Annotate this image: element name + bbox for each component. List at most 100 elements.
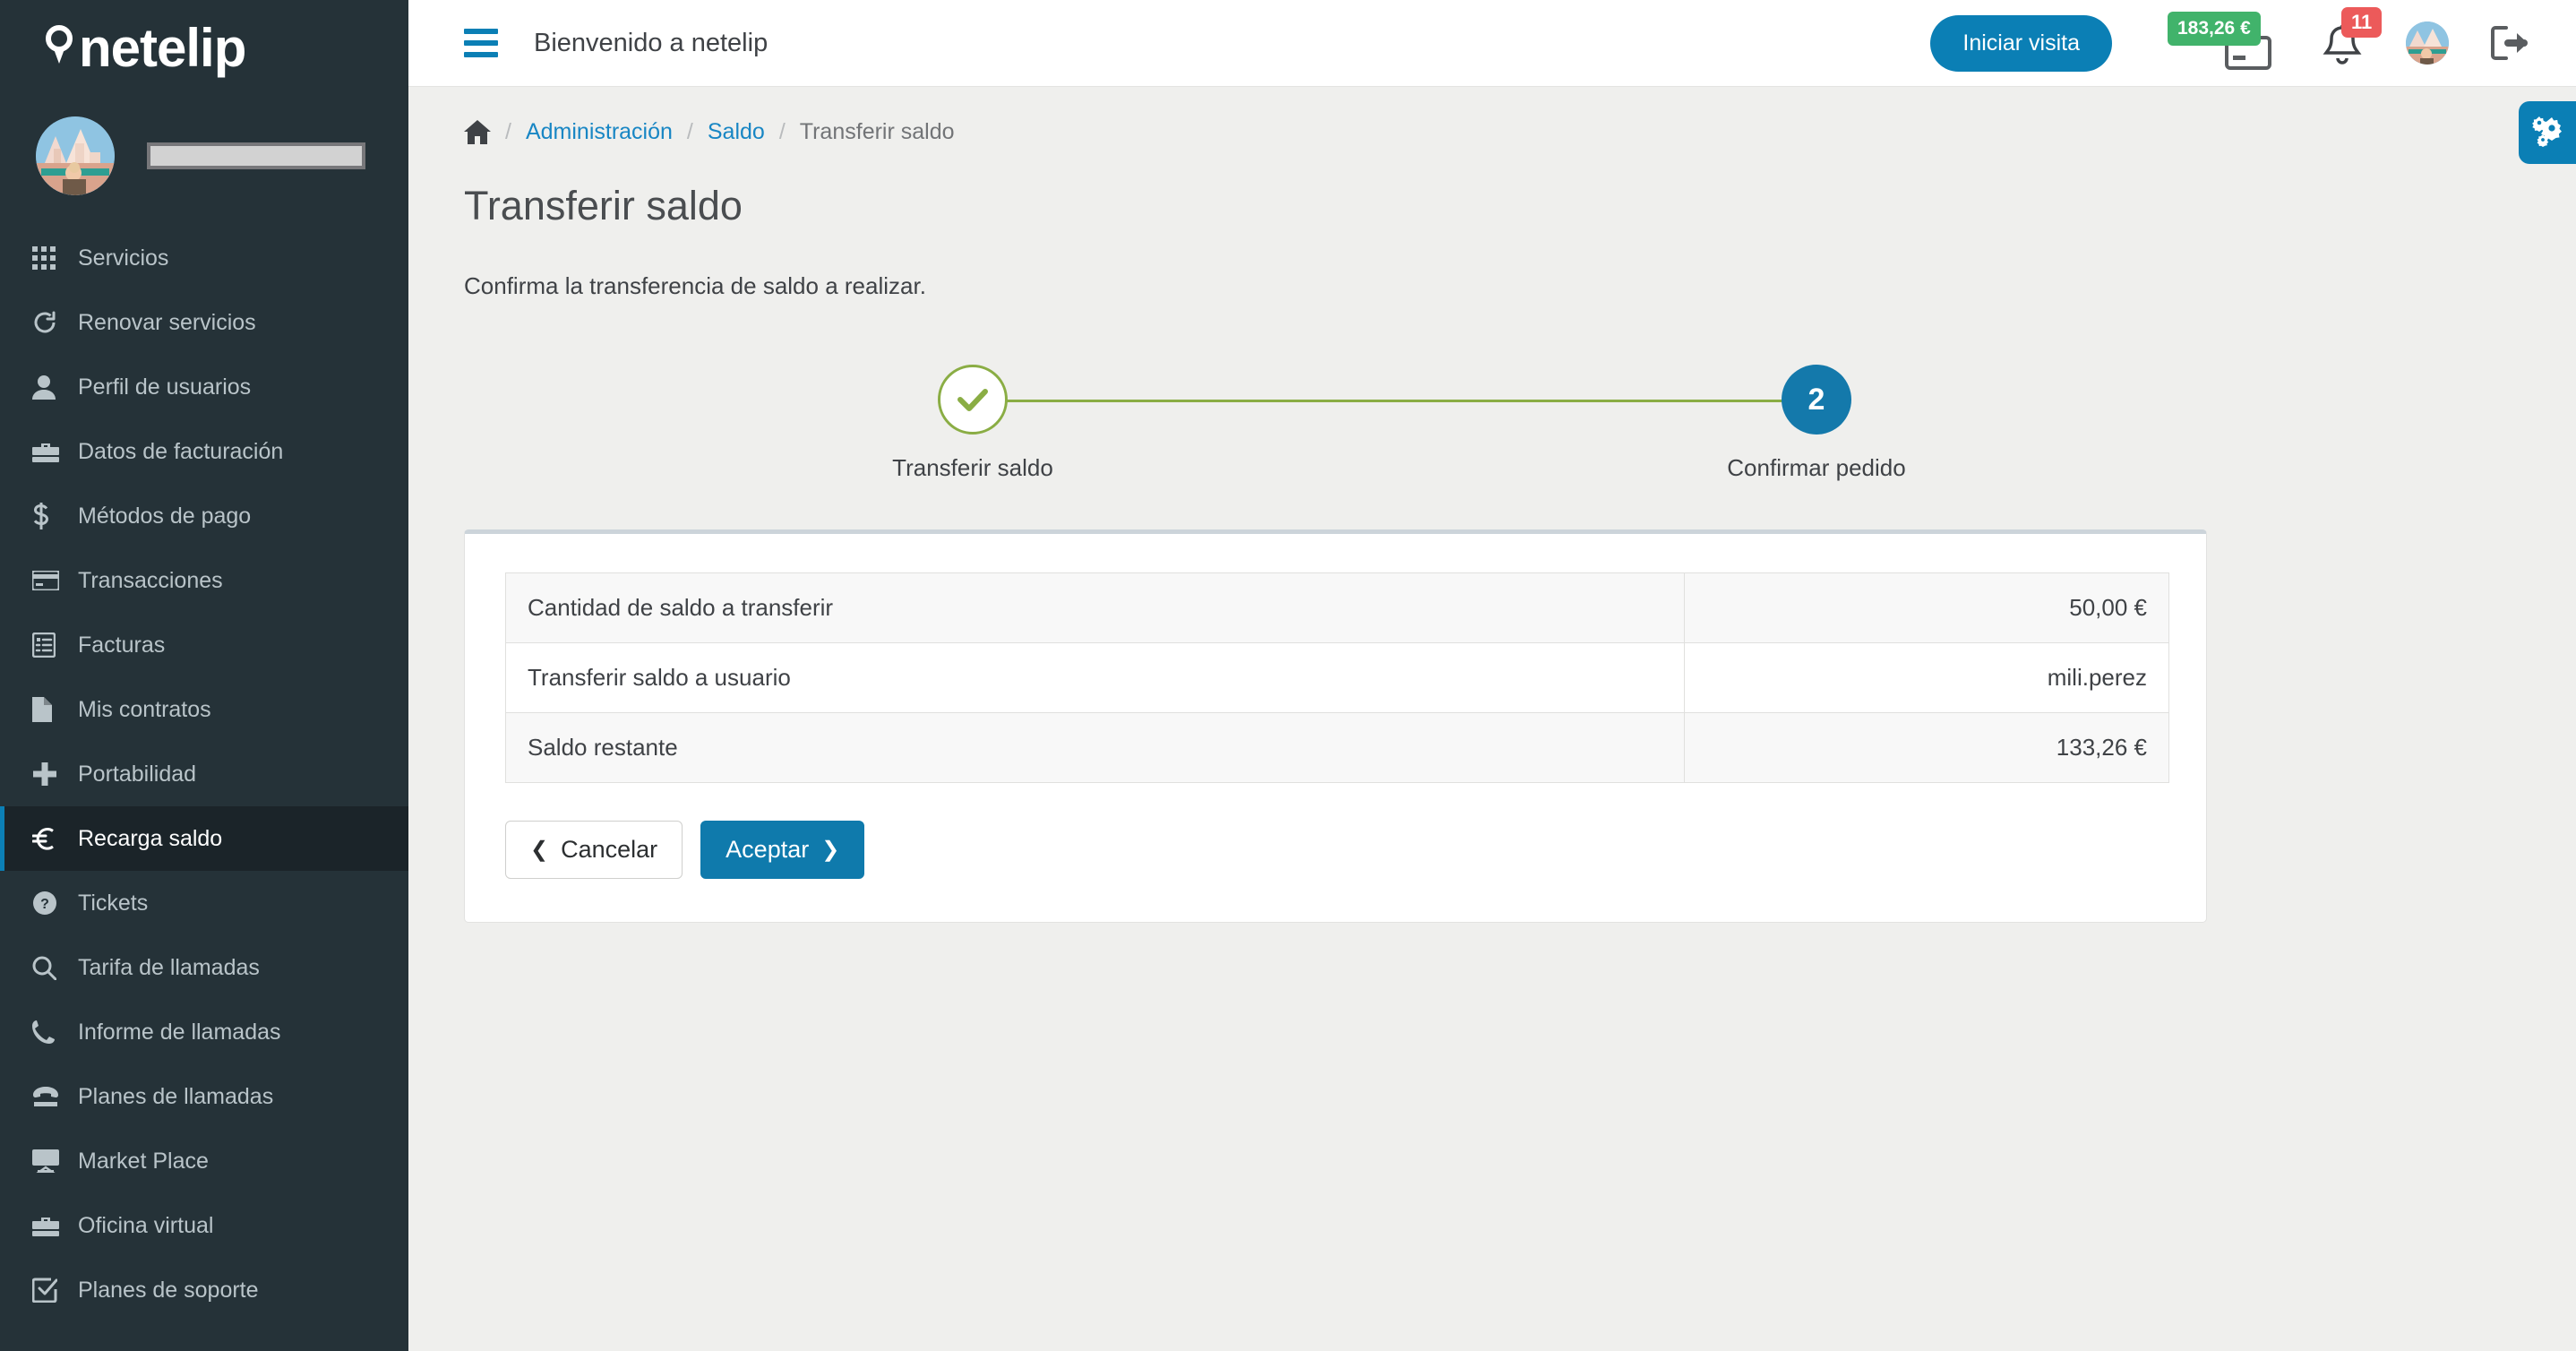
breadcrumb-item-current: Transferir saldo (799, 119, 955, 144)
telephone-icon (32, 1086, 73, 1107)
balance-amount: 183,26 € (2168, 12, 2261, 46)
sidebar-item-label: Planes de soporte (78, 1277, 259, 1303)
table-row: Transferir saldo a usuario mili.perez (504, 642, 2169, 713)
sidebar-item-label: Datos de facturación (78, 438, 284, 464)
sidebar-item-facturas[interactable]: Facturas (0, 613, 408, 677)
desktop-icon (32, 1149, 73, 1173)
row-label: Saldo restante (504, 712, 1686, 783)
accept-button-label: Aceptar (726, 836, 810, 863)
avatar[interactable] (36, 116, 115, 195)
page-title: Transferir saldo (464, 183, 743, 228)
row-label: Cantidad de saldo a transferir (504, 572, 1686, 643)
svg-text:?: ? (40, 897, 49, 912)
main-area: Bienvenido a netelip Iniciar visita 183,… (408, 0, 2576, 1351)
sidebar-item-label: Tickets (78, 890, 149, 916)
sidebar-item-recarga-saldo[interactable]: Recarga saldo (0, 806, 408, 871)
balance-widget[interactable]: 183,26 € (2168, 12, 2271, 74)
sidebar-item-label: Market Place (78, 1148, 209, 1174)
brand-name: netelip (79, 18, 246, 78)
breadcrumb-item-saldo[interactable]: Saldo (708, 119, 765, 145)
sidebar-item-label: Planes de llamadas (78, 1083, 274, 1109)
grid-icon (32, 246, 73, 270)
logout-icon[interactable] (2488, 23, 2529, 63)
search-icon (32, 956, 73, 980)
sidebar-item-label: Oficina virtual (78, 1212, 214, 1238)
step-2-circle: 2 (1782, 365, 1851, 435)
sidebar-user-block (0, 97, 408, 219)
breadcrumb-separator: / (778, 119, 786, 144)
table-row: Cantidad de saldo a transferir 50,00 € (504, 572, 2169, 643)
start-visit-button[interactable]: Iniciar visita (1930, 14, 2112, 72)
sidebar-item-label: Perfil de usuarios (78, 374, 252, 400)
step-1-circle (938, 365, 1008, 435)
credit-card-icon (32, 571, 73, 590)
hamburger-icon[interactable] (464, 29, 498, 57)
chevron-right-icon: ❯ (821, 837, 840, 862)
sidebar-item-perfil-de-usuarios[interactable]: Perfil de usuarios (0, 355, 408, 419)
check-square-icon (32, 1278, 73, 1303)
stepper-connector-line (973, 400, 1843, 402)
wizard-stepper: Transferir saldo 2 Confirmar pedido (892, 359, 1906, 521)
topbar: Bienvenido a netelip Iniciar visita 183,… (408, 0, 2576, 87)
step-1-label: Transferir saldo (892, 454, 1053, 481)
step-2-label: Confirmar pedido (1727, 454, 1906, 481)
sidebar: netelip Servicios Renovar servicios Perf… (0, 0, 408, 1351)
sidebar-item-servicios[interactable]: Servicios (0, 226, 408, 290)
stepper-step-2[interactable]: 2 Confirmar pedido (1727, 359, 1906, 482)
sidebar-item-market-place[interactable]: Market Place (0, 1129, 408, 1193)
sidebar-item-mis-contratos[interactable]: Mis contratos (0, 677, 408, 742)
document-icon (32, 697, 73, 722)
location-pin-icon (41, 23, 77, 74)
user-avatar[interactable] (2406, 22, 2449, 65)
row-value: 133,26 € (1684, 712, 2169, 783)
sidebar-nav: Servicios Renovar servicios Perfil de us… (0, 226, 408, 1322)
notifications-button[interactable]: 11 (2322, 7, 2383, 75)
breadcrumb-separator: / (505, 119, 511, 144)
accept-button[interactable]: Aceptar ❯ (700, 821, 865, 879)
row-value: 50,00 € (1684, 572, 2169, 643)
sidebar-item-informe-de-llamadas[interactable]: Informe de llamadas (0, 1000, 408, 1064)
cancel-button[interactable]: ❮ Cancelar (505, 821, 683, 879)
sidebar-item-planes-de-soporte[interactable]: Planes de soporte (0, 1258, 408, 1322)
refresh-icon (32, 310, 73, 335)
notifications-badge: 11 (2341, 7, 2383, 38)
page-subtitle: Confirma la transferencia de saldo a rea… (464, 272, 926, 299)
username-redacted-field (147, 142, 365, 169)
sidebar-item-label: Tarifa de llamadas (78, 954, 260, 980)
cancel-button-label: Cancelar (561, 836, 658, 863)
form-actions: ❮ Cancelar Aceptar ❯ (505, 821, 2169, 879)
user-icon (32, 374, 73, 400)
sidebar-item-label: Portabilidad (78, 761, 197, 787)
breadcrumb-separator: / (686, 119, 693, 144)
table-row: Saldo restante 133,26 € (504, 712, 2169, 783)
stepper-step-1[interactable]: Transferir saldo (883, 359, 1062, 482)
settings-tab-button[interactable] (2519, 101, 2576, 164)
sidebar-item-tarifa-de-llamadas[interactable]: Tarifa de llamadas (0, 935, 408, 1000)
brand-logo[interactable]: netelip (0, 0, 408, 97)
sidebar-item-datos-de-facturacion[interactable]: Datos de facturación (0, 419, 408, 484)
breadcrumb: / Administración / Saldo / Transferir sa… (464, 87, 2519, 145)
sidebar-item-transacciones[interactable]: Transacciones (0, 548, 408, 613)
sidebar-item-oficina-virtual[interactable]: Oficina virtual (0, 1193, 408, 1258)
sidebar-item-planes-de-llamadas[interactable]: Planes de llamadas (0, 1064, 408, 1129)
dollar-icon (32, 503, 73, 529)
sidebar-item-label: Recarga saldo (78, 825, 223, 851)
home-icon[interactable] (464, 120, 491, 144)
euro-icon (32, 826, 73, 851)
sidebar-item-label: Informe de llamadas (78, 1019, 281, 1045)
sidebar-item-label: Mis contratos (78, 696, 211, 722)
row-value: mili.perez (1684, 642, 2169, 713)
sidebar-item-label: Servicios (78, 245, 169, 271)
breadcrumb-item-administracion[interactable]: Administración (526, 119, 673, 145)
page-welcome-title: Bienvenido a netelip (534, 28, 769, 57)
sidebar-item-tickets[interactable]: ? Tickets (0, 871, 408, 935)
page-content: / Administración / Saldo / Transferir sa… (408, 87, 2576, 923)
sidebar-item-renovar-servicios[interactable]: Renovar servicios (0, 290, 408, 355)
sidebar-item-metodos-de-pago[interactable]: Métodos de pago (0, 484, 408, 548)
briefcase-icon (32, 1214, 73, 1237)
topbar-actions: Iniciar visita 183,26 € 11 (1930, 7, 2529, 75)
row-label: Transferir saldo a usuario (504, 642, 1686, 713)
summary-table: Cantidad de saldo a transferir 50,00 € T… (504, 572, 2169, 783)
chevron-left-icon: ❮ (530, 837, 549, 862)
sidebar-item-portabilidad[interactable]: Portabilidad (0, 742, 408, 806)
